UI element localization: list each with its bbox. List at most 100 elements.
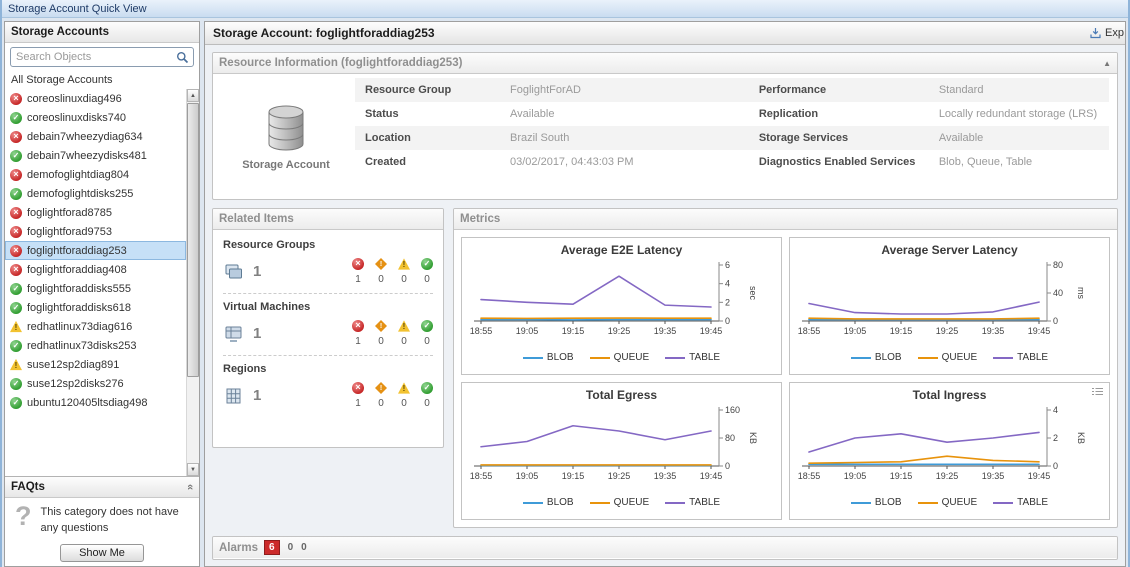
status-count: 0: [401, 398, 407, 409]
field-value: Available: [500, 102, 749, 126]
resource-info-row: StatusAvailableReplicationLocally redund…: [355, 102, 1109, 126]
storage-account-item[interactable]: foglightforad8785: [5, 203, 186, 222]
content-area: Storage Accounts All Storage Accounts co…: [2, 18, 1128, 567]
scrollbar-track[interactable]: [187, 102, 199, 463]
status-count-cell: 0: [421, 382, 433, 409]
legend-label: TABLE: [689, 352, 720, 363]
legend-item: TABLE: [993, 497, 1048, 508]
svg-text:19:45: 19:45: [699, 471, 722, 481]
status-icon: [10, 112, 22, 124]
status-count: 0: [378, 336, 384, 347]
chart-legend: BLOBQUEUETABLE: [790, 496, 1109, 512]
svg-text:19:45: 19:45: [1027, 326, 1050, 336]
legend-item: QUEUE: [918, 352, 978, 363]
faq-header[interactable]: FAQts «: [5, 477, 199, 498]
related-group-count[interactable]: 1: [253, 325, 261, 342]
search-icon[interactable]: [176, 51, 189, 64]
storage-account-item[interactable]: redhatlinux73disks253: [5, 336, 186, 355]
status-summary: 1000: [352, 320, 433, 347]
question-mark-icon: ?: [15, 505, 32, 537]
all-storage-accounts-link[interactable]: All Storage Accounts: [5, 70, 199, 89]
storage-account-item[interactable]: coreoslinuxdiag496: [5, 89, 186, 108]
status-icon: [10, 302, 22, 314]
svg-text:19:05: 19:05: [515, 326, 538, 336]
storage-account-item[interactable]: foglightforaddisks618: [5, 298, 186, 317]
scrollbar-thumb[interactable]: [187, 103, 199, 377]
show-me-button[interactable]: Show Me: [60, 544, 144, 562]
storage-account-item[interactable]: foglightforaddiag253: [5, 241, 186, 260]
export-label: Exp: [1105, 27, 1124, 39]
normal-icon: [421, 382, 433, 394]
account-name: demofoglightdisks255: [27, 188, 133, 200]
export-icon: [1089, 27, 1102, 39]
status-count: 0: [401, 274, 407, 285]
svg-text:19:15: 19:15: [889, 471, 912, 481]
faq-message-line1: This category does not have: [41, 506, 179, 518]
legend-swatch: [851, 357, 871, 359]
chart-options-icon[interactable]: [1092, 387, 1103, 396]
status-count-cell: 0: [375, 258, 387, 285]
related-group-row: 1 1000: [223, 320, 433, 347]
storage-account-item[interactable]: foglightforad9753: [5, 222, 186, 241]
storage-account-item[interactable]: redhatlinux73diag616: [5, 317, 186, 336]
storage-account-item[interactable]: foglightforaddisks555: [5, 279, 186, 298]
metrics-header: Metrics: [454, 209, 1117, 230]
chart-title: Average Server Latency: [790, 238, 1109, 257]
scroll-down-icon[interactable]: ▼: [187, 463, 199, 476]
chart-plot: 18:5519:0519:1519:2519:3519:4504080ms: [790, 259, 1109, 351]
legend-swatch: [665, 502, 685, 504]
svg-text:160: 160: [725, 405, 740, 415]
collapse-panel-icon[interactable]: ▲: [1103, 59, 1111, 68]
export-button[interactable]: Exp: [1089, 27, 1125, 39]
storage-account-item[interactable]: ubuntu120405ltsdiag498: [5, 393, 186, 412]
storage-account-item[interactable]: suse12sp2disks276: [5, 374, 186, 393]
virtual-machine-icon[interactable]: [223, 324, 249, 344]
status-icon: [10, 283, 22, 295]
svg-text:18:55: 18:55: [469, 326, 492, 336]
legend-item: TABLE: [993, 352, 1048, 363]
svg-text:19:25: 19:25: [607, 471, 630, 481]
legend-label: QUEUE: [942, 352, 978, 363]
warning-icon: [398, 258, 410, 270]
status-icon: [10, 378, 22, 390]
svg-text:2: 2: [725, 297, 730, 307]
related-group-count[interactable]: 1: [253, 263, 261, 280]
sidebar-scrollbar[interactable]: ▲ ▼: [186, 89, 199, 476]
storage-account-item[interactable]: debain7wheezydisks481: [5, 146, 186, 165]
svg-text:80: 80: [725, 433, 735, 443]
field-label: Location: [355, 126, 500, 150]
svg-text:40: 40: [1053, 288, 1063, 298]
storage-account-item[interactable]: demofoglightdisks255: [5, 184, 186, 203]
alarm-count-info: 0: [301, 542, 307, 553]
search-input[interactable]: [10, 47, 194, 67]
resource-group-icon[interactable]: [223, 262, 249, 282]
svg-text:19:25: 19:25: [607, 326, 630, 336]
status-icon: [10, 245, 22, 257]
charts-grid: Average E2E Latency 18:5519:0519:1519:25…: [454, 230, 1117, 527]
storage-account-icon-label: Storage Account: [242, 159, 330, 171]
storage-account-item[interactable]: debain7wheezydiag634: [5, 127, 186, 146]
field-label: Status: [355, 102, 500, 126]
faq-message: This category does not have any question…: [41, 505, 179, 537]
related-group-count[interactable]: 1: [253, 387, 261, 404]
search-box: [5, 43, 199, 70]
storage-account-item[interactable]: suse12sp2diag891: [5, 355, 186, 374]
svg-text:19:15: 19:15: [889, 326, 912, 336]
status-count: 0: [378, 398, 384, 409]
normal-icon: [421, 258, 433, 270]
status-icon: [10, 226, 22, 238]
storage-account-item[interactable]: demofoglightdiag804: [5, 165, 186, 184]
legend-label: QUEUE: [614, 352, 650, 363]
resource-information-table: Resource GroupFoglightForADPerformanceSt…: [355, 78, 1109, 174]
storage-account-item[interactable]: foglightforaddiag408: [5, 260, 186, 279]
legend-swatch: [665, 357, 685, 359]
resource-information-title: Resource Information (foglightforaddiag2…: [219, 57, 462, 69]
chart-legend: BLOBQUEUETABLE: [462, 496, 781, 512]
svg-text:19:25: 19:25: [935, 326, 958, 336]
region-icon[interactable]: [223, 386, 249, 406]
account-name: redhatlinux73diag616: [27, 321, 132, 333]
collapse-chevrons-icon[interactable]: «: [184, 484, 196, 490]
legend-label: BLOB: [875, 352, 902, 363]
storage-account-item[interactable]: coreoslinuxdisks740: [5, 108, 186, 127]
scroll-up-icon[interactable]: ▲: [187, 89, 199, 102]
